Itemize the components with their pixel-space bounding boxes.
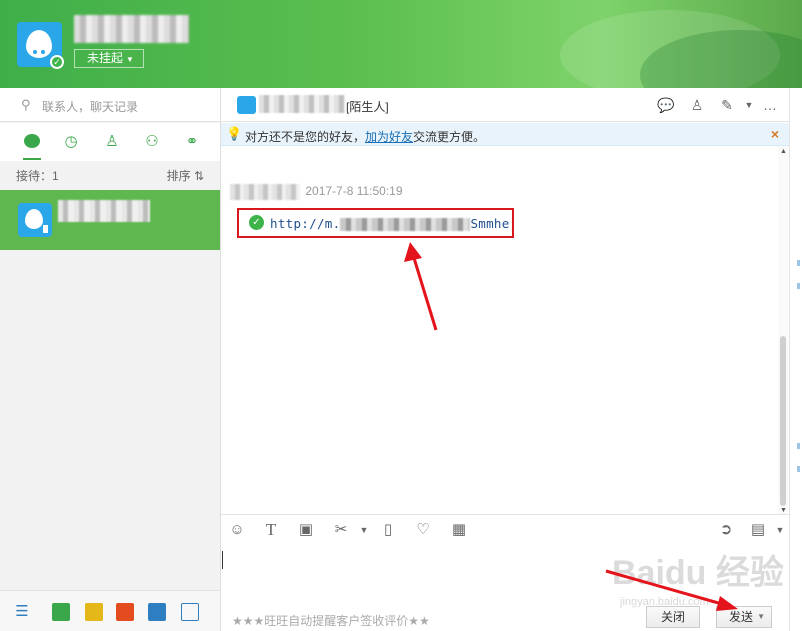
window-icon[interactable] [181,603,199,621]
wangwang-drop-icon [25,209,43,229]
form-icon[interactable] [148,603,166,621]
left-bottom-toolbar: ☰ [0,590,220,631]
search-box[interactable]: ⚲ 联系人，聊天记录 [0,88,220,122]
add-friend-link[interactable]: 加为好友 [365,130,413,144]
send-label: 发送 [729,610,754,624]
close-button[interactable]: 关闭 [646,606,700,628]
tab-contacts[interactable]: ♙ [101,131,123,153]
mobile-icon [42,224,49,234]
person-icon: ♙ [105,133,119,150]
eye-icon [33,50,37,54]
sender-name-blurred [230,184,300,200]
tab-groups[interactable]: ⚇ [141,131,163,153]
app-green-icon[interactable] [52,603,70,621]
contact-name-blurred [58,200,150,222]
side-marker [797,283,800,289]
reception-count: 接待：1 [16,169,59,183]
scroll-thumb[interactable] [780,336,786,506]
online-check-icon: ✓ [50,55,64,69]
font-icon[interactable]: T [261,520,281,540]
caret-down-icon: ▼ [126,55,134,64]
app-header: ✓ 未挂起 ▼ [0,0,802,88]
reception-bar: 接待：1 排序 ⇅ [0,161,220,187]
clock-icon: ◷ [64,133,78,150]
side-marker [797,466,800,472]
tab-chats[interactable] [21,131,43,153]
message-link[interactable]: http://m. Smmhe [270,216,510,231]
message-meta: 2017-7-8 11:50:19 [230,184,403,200]
tab-recent[interactable]: ◷ [60,131,82,153]
heart-icon[interactable]: ♡ [413,520,433,540]
caret-down-icon[interactable]: ▼ [740,97,758,113]
contact-tabs: ◷ ♙ ⚇ ⚭ [0,123,220,161]
stranger-tag: [陌生人] [346,100,389,114]
notice-text: 对方还不是您的好友，加为好友交流更方便。 [245,130,486,144]
menu-icon[interactable]: ☰ [13,603,31,621]
scroll-down-icon[interactable]: ▼ [780,507,787,514]
gift-icon[interactable] [85,603,103,621]
lightbulb-icon: 💡 [226,126,243,141]
eye-icon [41,50,45,54]
tab-org[interactable]: ⚭ [181,131,203,153]
group-icon: ⚇ [145,133,159,150]
message-scrollbar[interactable]: ▲ ▼ [778,146,788,514]
message-time: 2017-7-8 11:50:19 [305,184,403,199]
status-dropdown[interactable]: 未挂起 ▼ [74,49,144,68]
edit-icon[interactable]: ✎ [718,97,736,113]
friend-notice-bar: 💡 对方还不是您的好友，加为好友交流更方便。 × [221,123,789,146]
caret-down-icon[interactable]: ▼ [354,520,374,540]
user-avatar[interactable]: ✓ [17,22,64,69]
emoji-icon[interactable]: ☺ [227,520,247,540]
more-icon[interactable]: … [761,97,779,113]
chat-header: [陌生人] 💬 ♙ ✎ ▼ … [221,88,789,122]
chat-contact-name-blurred [259,95,345,113]
close-icon[interactable]: × [771,126,779,142]
scissors-icon[interactable]: ✂ [331,520,351,540]
contact-item[interactable] [0,190,220,250]
image-icon[interactable]: ▣ [296,520,316,540]
caret-down-icon[interactable]: ▼ [770,520,790,540]
status-label: 未挂起 [87,51,124,65]
history-icon[interactable]: ▤ [748,520,768,540]
chat-bubble-icon[interactable]: 💬 [657,97,675,113]
calculator-icon[interactable]: ▦ [449,520,469,540]
side-marker [797,260,800,266]
side-marker [797,443,800,449]
search-icon: ⚲ [21,97,31,112]
chat-contact-avatar [237,96,256,114]
send-button[interactable]: 发送 ▼ [716,606,772,628]
caret-down-icon[interactable]: ▼ [757,607,765,627]
active-tab-indicator [23,158,41,160]
wangwang-drop-icon [26,30,52,58]
add-contact-icon[interactable]: ♙ [688,97,706,113]
auto-prompt-text: ★★★旺旺自动提醒客户签收评价★★ [232,614,430,628]
scroll-up-icon[interactable]: ▲ [780,148,787,155]
delivered-check-icon: ✓ [249,215,264,230]
message-highlight-box: ✓ http://m. Smmhe [237,208,514,238]
forward-icon[interactable]: ➲ [716,520,736,540]
watermark-logo: Baidu 经验 [612,554,784,592]
chat-bubble-icon [24,134,40,148]
contact-avatar [18,203,52,237]
text-caret [222,551,223,569]
organization-icon: ⚭ [185,133,199,150]
user-name-blurred [74,15,189,43]
watermark-url: jingyan.baidu.com [620,596,709,608]
shop-icon[interactable] [116,603,134,621]
contacts-panel: ⚲ 联系人，聊天记录 ◷ ♙ ⚇ ⚭ 接待：1 排序 ⇅ ☰ [0,88,221,631]
url-blurred [340,218,471,231]
input-toolbar: ☺ T ▣ ✂ ▼ ▯ ♡ ▦ ➲ ▤ ▼ [221,514,789,544]
right-side-panel [789,88,802,631]
search-placeholder: 联系人，聊天记录 [42,100,139,114]
shake-icon[interactable]: ▯ [378,520,398,540]
sort-button[interactable]: 排序 ⇅ [167,167,204,184]
